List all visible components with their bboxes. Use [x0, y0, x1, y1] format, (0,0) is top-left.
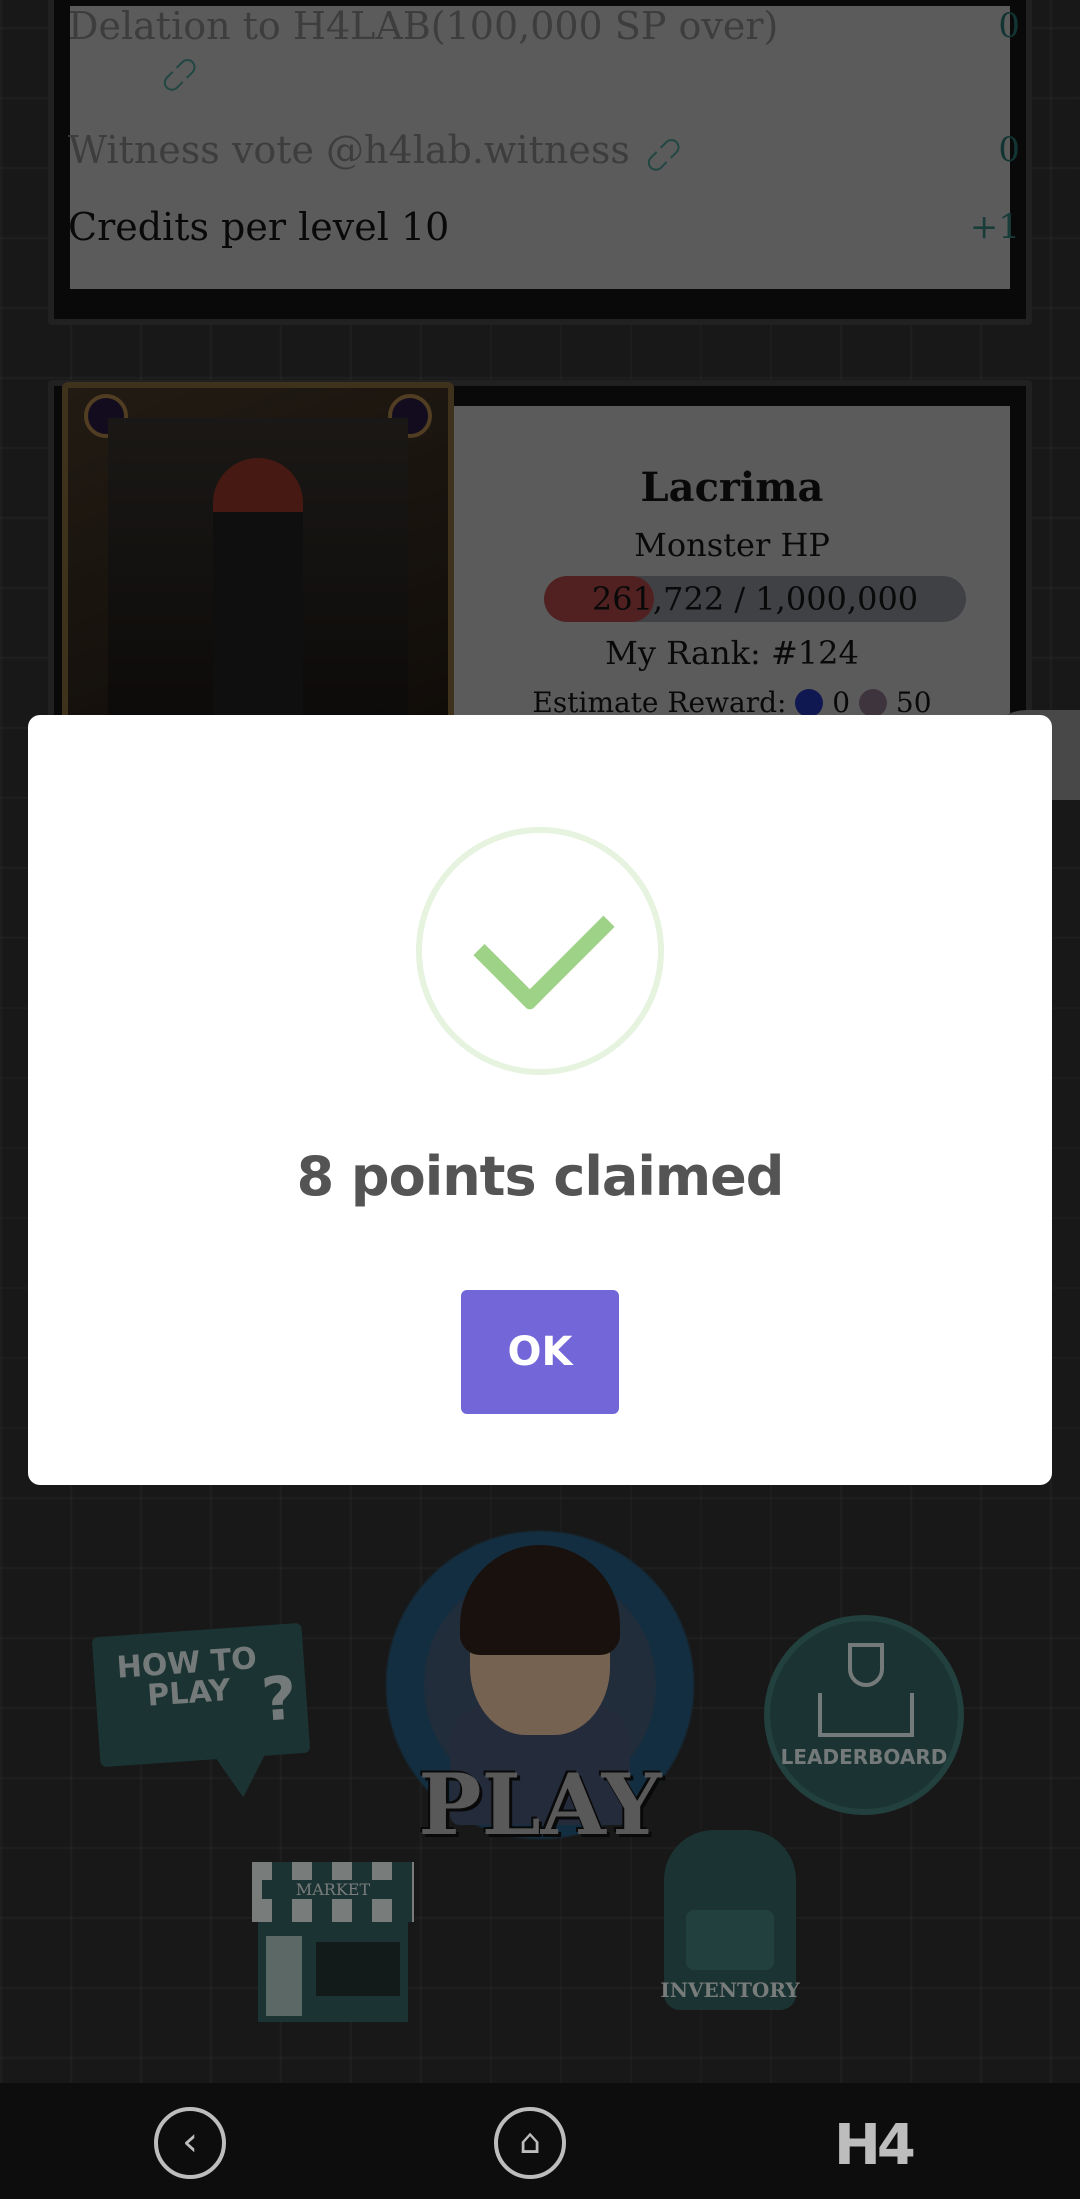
app-logo[interactable]: H4 [834, 2113, 916, 2178]
success-dialog: 8 points claimed OK [28, 715, 1052, 1485]
home-icon[interactable]: ⌂ [494, 2107, 566, 2179]
checkmark-icon [473, 870, 615, 1012]
success-icon [416, 827, 664, 1075]
system-nav-bar: ‹ ⌂ H4 [0, 2083, 1080, 2199]
dialog-title: 8 points claimed [296, 1145, 785, 1208]
back-icon[interactable]: ‹ [154, 2107, 226, 2179]
ok-button[interactable]: OK [461, 1290, 619, 1414]
